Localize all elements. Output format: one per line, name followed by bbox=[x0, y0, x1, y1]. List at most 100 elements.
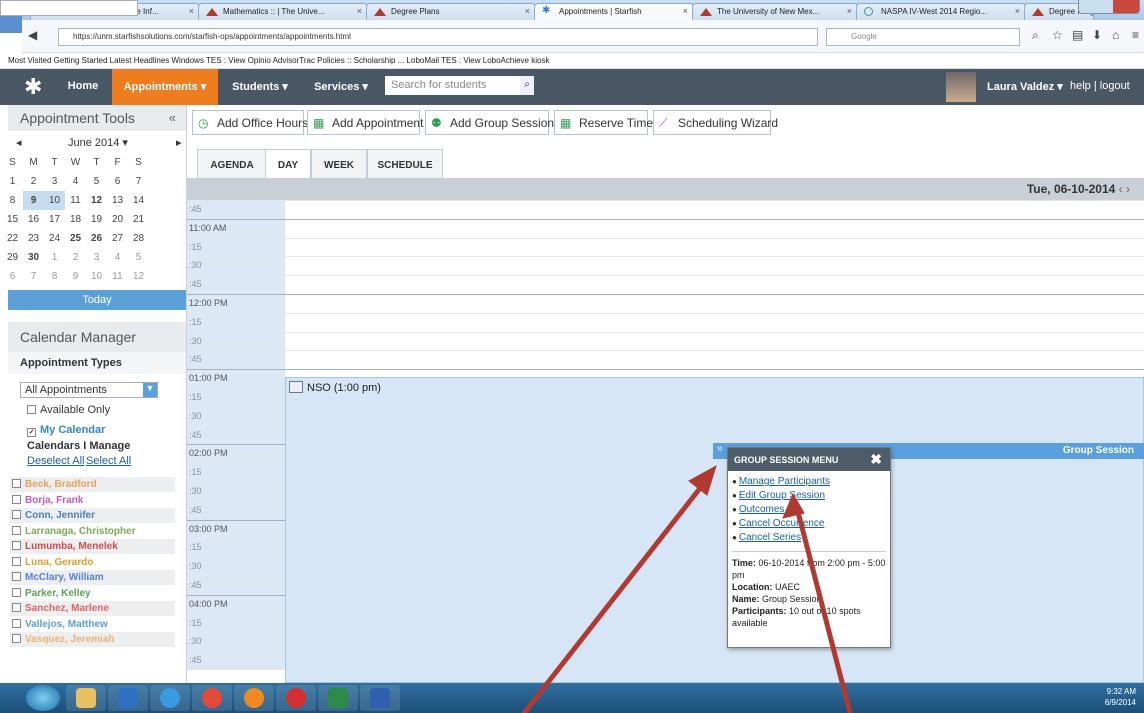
downloads-icon[interactable]: ⬇ bbox=[1092, 28, 1102, 42]
appointment-type-dropdown[interactable]: All Appointments ▼ bbox=[20, 382, 158, 398]
excel-icon[interactable] bbox=[318, 685, 358, 711]
internet-explorer-icon[interactable] bbox=[150, 685, 190, 711]
checkbox-icon[interactable] bbox=[12, 541, 21, 550]
user-menu[interactable]: Laura Valdez ▾ bbox=[987, 69, 1067, 105]
time-slot-row[interactable]: :45 bbox=[187, 275, 1144, 294]
student-search-input[interactable]: Search for students bbox=[385, 76, 530, 95]
calendar-day[interactable]: 16 bbox=[23, 210, 44, 229]
calendar-person-checkbox[interactable]: Conn, Jennifer bbox=[10, 508, 175, 523]
checkbox-icon[interactable] bbox=[12, 525, 21, 535]
time-slot-row[interactable]: 12:00 PM bbox=[187, 294, 1144, 313]
home-icon[interactable]: ⌂ bbox=[1112, 28, 1119, 42]
app-icon[interactable] bbox=[276, 685, 316, 711]
nav-appointments[interactable]: Appointments ▾ bbox=[112, 69, 218, 105]
calendar-person-checkbox[interactable]: Sanchez, Marlene bbox=[10, 601, 175, 616]
calendar-day[interactable]: 7 bbox=[128, 172, 149, 191]
month-selector[interactable]: June 2014 ▾ bbox=[68, 136, 128, 149]
calendar-day[interactable]: 13 bbox=[107, 191, 128, 210]
search-icon[interactable]: ⌕ bbox=[1032, 28, 1039, 43]
time-slot-row[interactable]: :30 bbox=[187, 331, 1144, 351]
tab-week[interactable]: WEEK bbox=[311, 149, 367, 178]
calendar-day[interactable]: 1 bbox=[2, 172, 23, 191]
calendar-person-checkbox[interactable]: McClary, William bbox=[10, 570, 175, 585]
menu-item-edit-group-session[interactable]: Edit Group Session bbox=[732, 489, 890, 503]
calendar-day[interactable]: 19 bbox=[86, 210, 107, 229]
calendar-day-selected[interactable]: 10 bbox=[44, 191, 65, 210]
chrome-icon[interactable] bbox=[192, 685, 232, 711]
word-icon[interactable] bbox=[360, 685, 400, 711]
calendar-day[interactable]: 7 bbox=[23, 267, 44, 286]
close-tab-icon[interactable]: × bbox=[357, 6, 362, 16]
calendar-day[interactable]: 28 bbox=[128, 229, 149, 248]
calendar-day[interactable]: 2 bbox=[23, 172, 44, 191]
back-icon[interactable]: ◀ bbox=[28, 28, 37, 42]
time-slot-row[interactable]: :45 bbox=[187, 350, 1144, 370]
checkbox-icon[interactable] bbox=[12, 587, 21, 597]
close-tab-icon[interactable]: × bbox=[189, 6, 194, 16]
time-slot-row[interactable]: :15 bbox=[187, 312, 1144, 332]
close-icon[interactable]: ✖ bbox=[870, 451, 882, 468]
nav-home[interactable]: Home bbox=[56, 69, 110, 105]
calendar-day[interactable]: 6 bbox=[2, 267, 23, 286]
calendar-day[interactable]: 23 bbox=[23, 229, 44, 248]
calendar-day[interactable]: 1 bbox=[44, 248, 65, 267]
reserve-time-button[interactable]: ▦ Reserve Time bbox=[554, 110, 653, 135]
calendar-day[interactable]: 15 bbox=[2, 210, 23, 229]
calendar-day[interactable]: 4 bbox=[65, 172, 86, 191]
calendar-day[interactable]: 29 bbox=[2, 248, 23, 267]
search-icon[interactable]: ⌕ bbox=[520, 76, 534, 95]
system-clock[interactable]: 9:32 AM 6/9/2014 bbox=[1105, 686, 1136, 708]
file-explorer-icon[interactable] bbox=[66, 685, 106, 711]
calendar-person-checkbox[interactable]: Luna, Gerardo bbox=[10, 555, 175, 570]
tab-day[interactable]: DAY bbox=[265, 149, 311, 178]
add-office-hours-button[interactable]: ◷ Add Office Hours bbox=[192, 110, 308, 135]
calendar-day[interactable]: 6 bbox=[107, 172, 128, 191]
menu-item-manage-participants[interactable]: Manage Participants bbox=[732, 475, 890, 489]
time-slot-row[interactable]: :45 bbox=[187, 200, 1144, 219]
tab-agenda[interactable]: AGENDA bbox=[197, 149, 267, 178]
calendar-day[interactable]: 11 bbox=[65, 191, 86, 210]
bookmark-star-icon[interactable]: ☆ bbox=[1052, 28, 1063, 42]
calendar-day[interactable]: 12 bbox=[128, 267, 149, 286]
select-all-link[interactable]: Select All bbox=[86, 455, 131, 467]
calendar-person-checkbox[interactable]: Vasquez, Jeremiah bbox=[10, 632, 175, 647]
menu-item-cancel-series[interactable]: Cancel Series bbox=[732, 531, 890, 545]
calendar-day[interactable]: 5 bbox=[86, 172, 107, 191]
calendar-day[interactable]: 24 bbox=[44, 229, 65, 248]
calendar-day[interactable]: 17 bbox=[44, 210, 65, 229]
reading-list-icon[interactable]: ▤ bbox=[1072, 28, 1083, 42]
calendar-day[interactable]: 4 bbox=[107, 248, 128, 267]
browser-tab[interactable]: Degree Plans × bbox=[366, 3, 536, 20]
calendar-day[interactable]: 25 bbox=[65, 229, 86, 248]
calendar-day[interactable]: 22 bbox=[2, 229, 23, 248]
checked-icon[interactable]: ✓ bbox=[27, 428, 36, 437]
checkbox-icon[interactable] bbox=[12, 556, 21, 566]
my-calendar-checkbox[interactable]: ✓ My Calendar bbox=[27, 424, 105, 437]
help-logout-links[interactable]: help | logout bbox=[1070, 69, 1144, 105]
avatar[interactable] bbox=[946, 72, 976, 102]
checkbox-icon[interactable] bbox=[12, 494, 21, 504]
prev-month-icon[interactable]: ◂ bbox=[16, 136, 22, 149]
start-button-icon[interactable] bbox=[26, 685, 60, 711]
checkbox-icon[interactable] bbox=[12, 634, 21, 643]
group-session-block[interactable] bbox=[285, 377, 1144, 683]
calendar-day[interactable]: 8 bbox=[44, 267, 65, 286]
close-tab-icon[interactable]: × bbox=[525, 6, 530, 16]
tab-schedule[interactable]: SCHEDULE bbox=[367, 149, 443, 178]
available-only-checkbox[interactable]: Available Only bbox=[27, 404, 110, 416]
checkbox-icon[interactable] bbox=[12, 603, 21, 612]
calendar-day[interactable]: 10 bbox=[86, 267, 107, 286]
add-group-session-button[interactable]: ⚉ Add Group Session bbox=[425, 110, 554, 135]
time-slot-row[interactable]: :30 bbox=[187, 256, 1144, 276]
calendar-day[interactable]: 9 bbox=[23, 191, 44, 210]
menu-icon[interactable]: ≡ bbox=[1132, 28, 1139, 42]
checkbox-icon[interactable] bbox=[12, 479, 21, 488]
calendar-person-checkbox[interactable]: Borja, Frank bbox=[10, 493, 175, 508]
nav-services[interactable]: Services ▾ bbox=[302, 69, 380, 105]
calendar-person-checkbox[interactable]: Beck, Bradford bbox=[10, 477, 175, 492]
browser-tab-active[interactable]: ✱ Appointments | Starfish × bbox=[534, 3, 694, 20]
checkbox-icon[interactable] bbox=[12, 572, 21, 581]
deselect-all-link[interactable]: Deselect All bbox=[27, 455, 84, 467]
calendar-person-checkbox[interactable]: Vallejos, Matthew bbox=[10, 617, 175, 632]
nav-students[interactable]: Students ▾ bbox=[220, 69, 300, 105]
